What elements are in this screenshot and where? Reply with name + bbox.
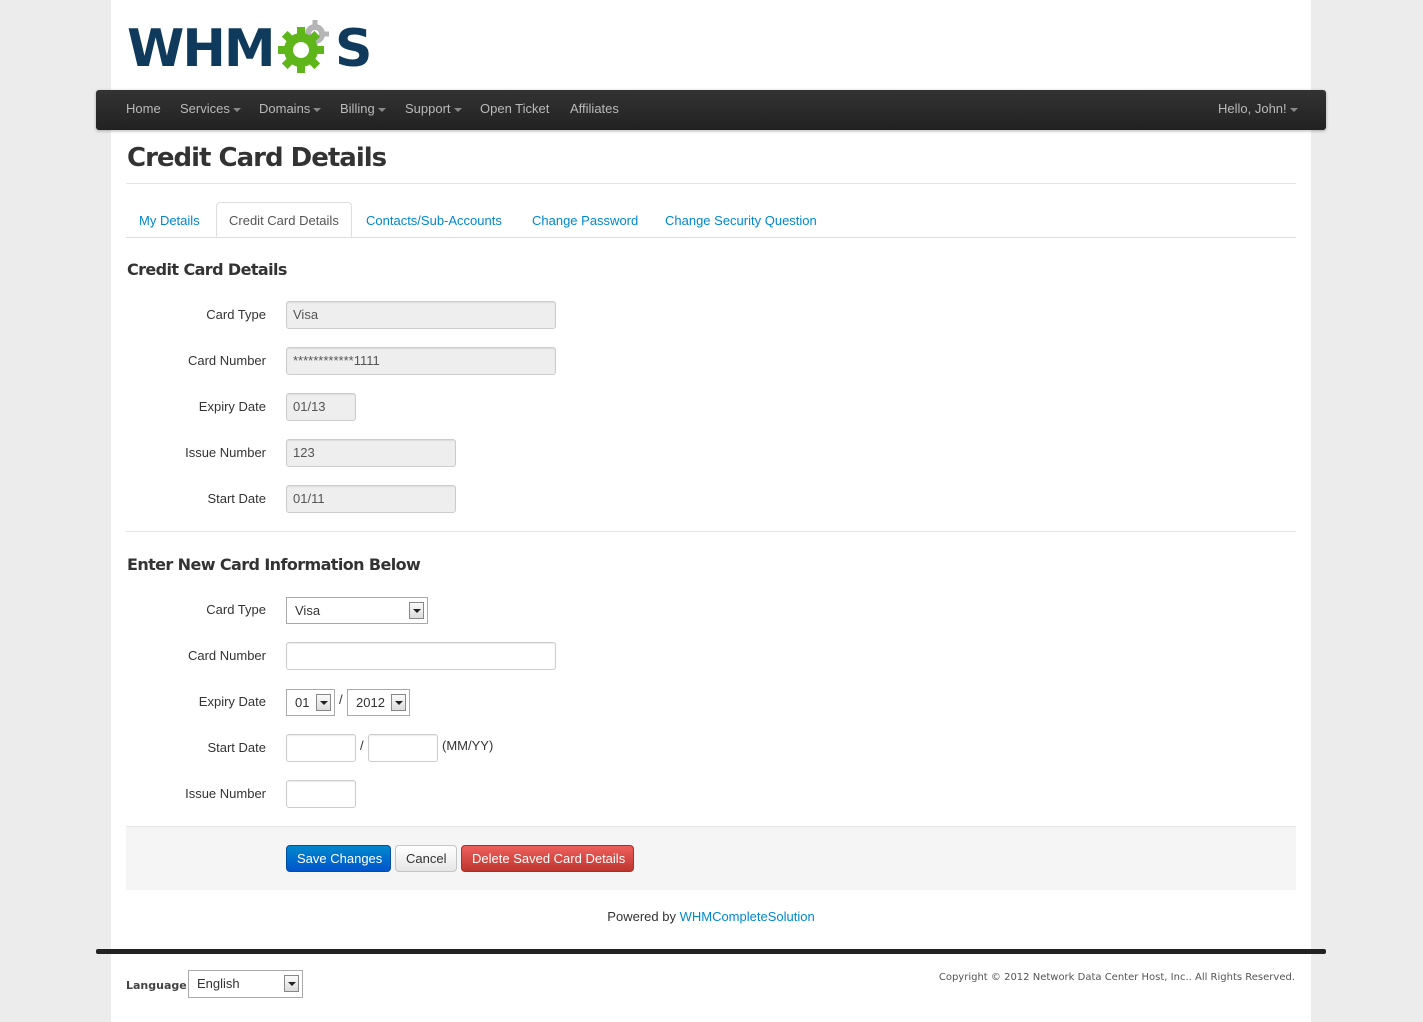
caret-down-icon xyxy=(232,107,241,112)
logo-text-left: WHM xyxy=(127,19,274,76)
tab-contacts[interactable]: Contacts/Sub-Accounts xyxy=(366,204,502,237)
nav-services[interactable]: Services xyxy=(180,90,241,130)
nav-support[interactable]: Support xyxy=(405,90,462,130)
caret-down-icon xyxy=(313,107,322,112)
nav-home-label: Home xyxy=(126,101,161,116)
expiry-date-label: Expiry Date xyxy=(198,399,266,414)
card-type-select[interactable]: Visa xyxy=(286,597,428,624)
expiry-month-select[interactable]: 01 xyxy=(286,689,335,716)
copyright-text: Copyright © 2012 Network Data Center Hos… xyxy=(938,972,1295,983)
powered-by-text: Powered by xyxy=(607,909,676,924)
expiry-month-value: 01 xyxy=(295,695,310,710)
logo-text-right: S xyxy=(335,19,372,76)
expiry-separator: / xyxy=(339,692,343,707)
issue-number-input[interactable] xyxy=(286,780,356,808)
start-date-separator: / xyxy=(360,738,364,753)
start-month-input[interactable] xyxy=(286,734,356,762)
card-number-label: Card Number xyxy=(187,353,266,368)
expiry-year-select[interactable]: 2012 xyxy=(347,689,410,716)
new-expiry-label: Expiry Date xyxy=(198,694,266,709)
tab-change-password[interactable]: Change Password xyxy=(532,204,638,237)
save-changes-button[interactable]: Save Changes xyxy=(286,845,391,872)
current-card-number-field: ************1111 xyxy=(286,347,556,375)
section-divider xyxy=(126,531,1296,532)
caret-down-icon xyxy=(1289,107,1298,112)
title-divider xyxy=(126,183,1296,184)
language-select[interactable]: English xyxy=(188,970,303,998)
nav-support-label: Support xyxy=(405,101,451,116)
expiry-year-value: 2012 xyxy=(356,695,385,710)
new-start-date-label: Start Date xyxy=(207,740,266,755)
language-select-value: English xyxy=(197,976,240,991)
nav-open-ticket[interactable]: Open Ticket xyxy=(480,90,549,130)
caret-down-icon xyxy=(453,107,462,112)
nav-services-label: Services xyxy=(180,101,230,116)
new-card-number-label: Card Number xyxy=(187,648,266,663)
user-menu-label: Hello, John! xyxy=(1218,101,1287,116)
tab-credit-card-details[interactable]: Credit Card Details xyxy=(216,202,352,237)
cancel-button[interactable]: Cancel xyxy=(395,845,457,872)
card-type-label: Card Type xyxy=(206,307,266,322)
gear-icon-green xyxy=(278,27,324,73)
language-label: Language: xyxy=(126,979,192,992)
start-date-label: Start Date xyxy=(207,491,266,506)
dropdown-arrow-icon[interactable] xyxy=(284,975,299,992)
user-menu[interactable]: Hello, John! xyxy=(1218,90,1298,130)
card-number-input[interactable] xyxy=(286,642,556,670)
caret-down-icon xyxy=(377,107,386,112)
dropdown-arrow-icon[interactable] xyxy=(409,602,424,619)
delete-card-button[interactable]: Delete Saved Card Details xyxy=(461,845,634,872)
nav-billing[interactable]: Billing xyxy=(340,90,386,130)
nav-domains-label: Domains xyxy=(259,101,311,116)
current-start-date-field: 01/11 xyxy=(286,485,456,513)
nav-home[interactable]: Home xyxy=(126,90,161,130)
current-card-title: Credit Card Details xyxy=(127,260,287,279)
current-issue-number-field: 123 xyxy=(286,439,456,467)
nav-billing-label: Billing xyxy=(340,101,375,116)
new-card-type-label: Card Type xyxy=(206,602,266,617)
start-year-input[interactable] xyxy=(368,734,438,762)
current-card-type-field: Visa xyxy=(286,301,556,329)
main-navbar: Home Services Domains Billing Support Op… xyxy=(96,90,1326,130)
current-expiry-field: 01/13 xyxy=(286,393,356,421)
tab-my-details[interactable]: My Details xyxy=(139,204,200,237)
nav-affiliates[interactable]: Affiliates xyxy=(570,90,619,130)
dropdown-arrow-icon[interactable] xyxy=(391,694,406,711)
nav-affiliates-label: Affiliates xyxy=(570,101,619,116)
tab-change-security-question[interactable]: Change Security Question xyxy=(665,204,817,237)
issue-number-label: Issue Number xyxy=(185,445,266,460)
card-type-select-value: Visa xyxy=(295,603,321,618)
page-title: Credit Card Details xyxy=(127,143,387,173)
start-date-format-hint: (MM/YY) xyxy=(442,738,494,753)
new-issue-number-label: Issue Number xyxy=(185,786,266,801)
nav-domains[interactable]: Domains xyxy=(259,90,322,130)
footer-divider xyxy=(96,949,1326,954)
powered-by: Powered by WHMCompleteSolution xyxy=(126,909,1296,924)
powered-by-link[interactable]: WHMCompleteSolution xyxy=(680,909,815,924)
dropdown-arrow-icon[interactable] xyxy=(316,694,331,711)
nav-open-ticket-label: Open Ticket xyxy=(480,101,550,116)
whmcs-logo[interactable]: WHM S xyxy=(127,14,377,76)
new-card-title: Enter New Card Information Below xyxy=(127,555,421,574)
